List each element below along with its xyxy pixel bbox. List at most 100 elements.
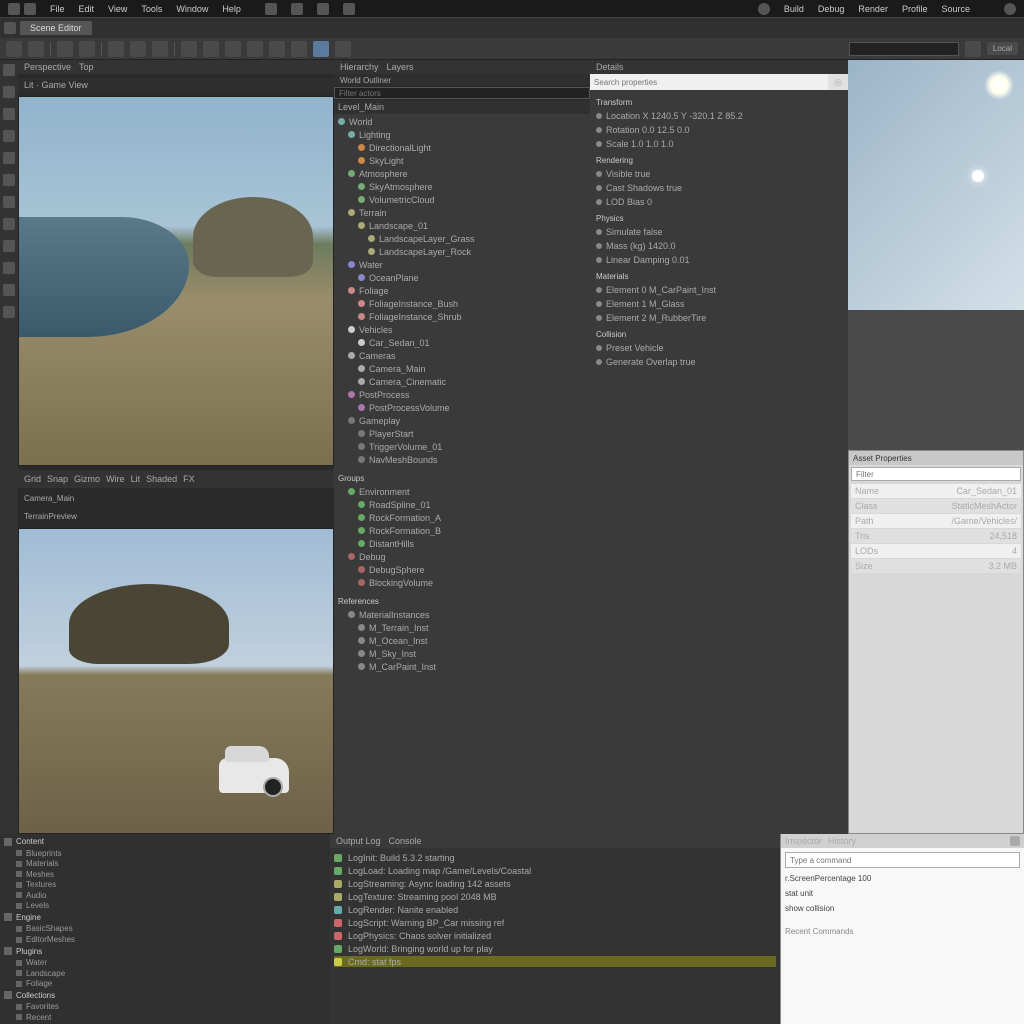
details-body[interactable]: TransformLocation X 1240.5 Y -320.1 Z 85… [590,90,848,834]
menu-window[interactable]: Window [176,4,208,14]
property-row[interactable]: Size3.2 MB [851,559,1021,573]
outliner-item[interactable]: FoliageInstance_Shrub [338,311,586,322]
outliner-item[interactable]: M_Terrain_Inst [338,622,586,633]
cb-item[interactable]: Blueprints [4,848,326,858]
play-button[interactable] [108,41,124,57]
outliner-item[interactable]: M_Sky_Inst [338,648,586,659]
outliner-item[interactable]: PlayerStart [338,428,586,439]
cb-section[interactable]: Plugins [4,945,326,956]
outliner-tab-layers[interactable]: Layers [387,62,414,72]
outliner-item[interactable]: Camera_Main [338,363,586,374]
outliner-item[interactable]: Foliage [338,285,586,296]
viewport-preview[interactable] [18,528,334,834]
property-row[interactable]: ClassStaticMeshActor [851,499,1021,513]
outliner-item[interactable]: Lighting [338,129,586,140]
outliner-item[interactable]: MaterialInstances [338,609,586,620]
log-tab-console[interactable]: Console [389,836,422,846]
outliner-item[interactable]: BlockingVolume [338,577,586,588]
outliner-item[interactable]: World [338,116,586,127]
undo-button[interactable] [57,41,73,57]
light-tool-icon[interactable] [3,262,15,274]
camera-tool-icon[interactable] [3,240,15,252]
details-row[interactable]: Visible true [596,168,842,179]
outliner-item[interactable]: Water [338,259,586,270]
outliner-item[interactable]: PostProcessVolume [338,402,586,413]
vp-tab-top[interactable]: Top [79,62,94,72]
menu-edit[interactable]: Edit [79,4,95,14]
save-button[interactable] [28,41,44,57]
vp-btn-shaded[interactable]: Shaded [146,474,177,484]
settings-icon[interactable] [965,41,981,57]
outliner-item[interactable]: PostProcess [338,389,586,400]
log-row[interactable]: Cmd: stat fps [334,956,776,967]
log-row[interactable]: LogRender: Nanite enabled [334,904,776,915]
pause-button[interactable] [130,41,146,57]
outliner-item[interactable]: DirectionalLight [338,142,586,153]
outliner-item[interactable]: M_CarPaint_Inst [338,661,586,672]
cb-item[interactable]: Levels [4,901,326,911]
light-mode-button[interactable] [335,41,351,57]
details-tab[interactable]: Details [596,62,624,72]
project-icon[interactable] [24,3,36,15]
outliner-item[interactable]: RockFormation_B [338,525,586,536]
outliner-item[interactable]: RoadSpline_01 [338,499,586,510]
outliner-item[interactable]: OceanPlane [338,272,586,283]
property-row[interactable]: Path/Game/Vehicles/ [851,514,1021,528]
move-tool-icon[interactable] [3,86,15,98]
inspector-row[interactable]: r.ScreenPercentage 100 [785,874,1020,883]
toolbar-icon[interactable] [317,3,329,15]
log-row[interactable]: LogInit: Build 5.3.2 starting [334,852,776,863]
outliner-item[interactable]: Car_Sedan_01 [338,337,586,348]
log-row[interactable]: LogLoad: Loading map /Game/Levels/Coasta… [334,865,776,876]
cb-item[interactable]: Recent [4,1012,326,1022]
details-row[interactable]: Preset Vehicle [596,342,842,353]
inspector-row[interactable]: show collision [785,904,1020,913]
cb-item[interactable]: Meshes [4,870,326,880]
menu-tools[interactable]: Tools [141,4,162,14]
log-body[interactable]: LogInit: Build 5.3.2 starting LogLoad: Lo… [330,848,780,1024]
outliner-item[interactable]: Debug [338,551,586,562]
details-row[interactable]: Element 2 M_RubberTire [596,312,842,323]
search-clear-icon[interactable]: ◎ [828,74,848,90]
outliner-item[interactable]: Landscape_01 [338,220,586,231]
terrain-tool-icon[interactable] [3,174,15,186]
minimap-panel[interactable] [848,310,1024,450]
vp-tab-perspective[interactable]: Perspective [24,62,71,72]
outliner-item[interactable]: LandscapeLayer_Rock [338,246,586,257]
outliner-item[interactable]: NavMeshBounds [338,454,586,465]
menu-view[interactable]: View [108,4,127,14]
select-tool-button[interactable] [181,41,197,57]
vp-btn-wire[interactable]: Wire [106,474,125,484]
vp-btn-snap[interactable]: Snap [47,474,68,484]
tab-scene-editor[interactable]: Scene Editor [20,21,92,35]
cb-item[interactable]: Water [4,958,326,968]
menu-profile[interactable]: Profile [902,4,928,14]
camera-mode-button[interactable] [313,41,329,57]
select-tool-icon[interactable] [3,64,15,76]
content-browser[interactable]: ContentBlueprintsMaterialsMeshesTextures… [0,834,330,1024]
menu-file[interactable]: File [50,4,65,14]
property-row[interactable]: NameCar_Sedan_01 [851,484,1021,498]
cb-item[interactable]: EditorMeshes [4,935,326,945]
menu-help[interactable]: Help [222,4,241,14]
details-section[interactable]: Materials [596,272,842,281]
outliner-item[interactable]: DistantHills [338,538,586,549]
details-row[interactable]: Linear Damping 0.01 [596,254,842,265]
inspector-tab[interactable]: Inspector [785,836,822,846]
asset-search-input[interactable] [849,42,959,56]
vp-btn-grid[interactable]: Grid [24,474,41,484]
details-row[interactable]: Mass (kg) 1420.0 [596,240,842,251]
cb-item[interactable]: Audio [4,891,326,901]
redo-button[interactable] [79,41,95,57]
details-row[interactable]: Simulate false [596,226,842,237]
outliner-item[interactable]: SkyLight [338,155,586,166]
log-row[interactable]: LogScript: Warning BP_Car missing ref [334,917,776,928]
cb-item[interactable]: Textures [4,880,326,890]
properties-search-input[interactable] [851,467,1021,481]
outliner-item[interactable]: Atmosphere [338,168,586,179]
outliner-item[interactable]: DebugSphere [338,564,586,575]
cb-section[interactable]: Engine [4,912,326,923]
log-row[interactable]: LogPhysics: Chaos solver initialized [334,930,776,941]
details-row[interactable]: Cast Shadows true [596,182,842,193]
command-input[interactable] [785,852,1020,868]
